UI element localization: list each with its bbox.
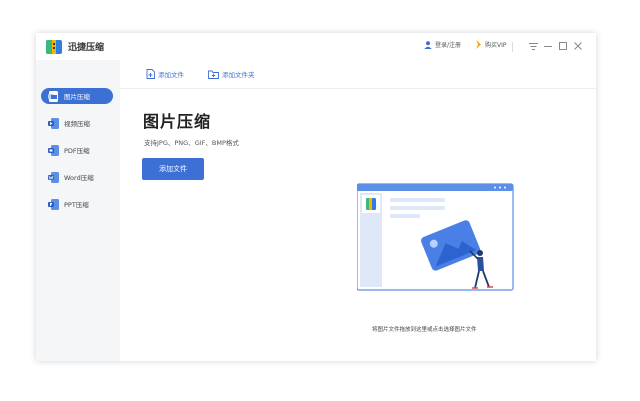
sidebar-item-label: 视频压缩: [64, 120, 90, 128]
sidebar-item-pdf-compress[interactable]: PDF压缩: [41, 142, 113, 158]
app-title: 迅捷压缩: [68, 43, 105, 53]
title-bar[interactable]: 迅捷压缩 登录/注册 购买VIP: [36, 33, 596, 60]
sidebar: 图片压缩 视频压缩 PDF压缩 Word压缩 PPT压缩: [36, 60, 120, 361]
toolbar: 添加文件 添加文件夹: [120, 60, 596, 89]
add-file-button[interactable]: 添加文件: [142, 158, 204, 180]
sidebar-item-label: 图片压缩: [64, 93, 90, 101]
sidebar-item-word-compress[interactable]: Word压缩: [41, 169, 113, 185]
add-folder-toolbar-button[interactable]: 添加文件夹: [208, 69, 255, 79]
app-logo-icon: [46, 40, 62, 54]
word-file-icon: [48, 171, 59, 183]
page-title: 图片压缩: [143, 112, 212, 131]
app-window: 迅捷压缩 登录/注册 购买VIP 图片压缩 视频压缩 PDF压缩 Word压缩 …: [36, 33, 596, 361]
user-icon: [424, 40, 432, 49]
login-label: 登录/注册: [435, 42, 462, 49]
close-button[interactable]: [573, 40, 583, 52]
sidebar-item-image-compress[interactable]: 图片压缩: [41, 88, 113, 104]
minimize-button[interactable]: [543, 40, 553, 52]
sidebar-item-label: Word压缩: [64, 174, 94, 182]
drop-hint-text: 将图片文件拖放到这里或点击选择图片文件: [372, 327, 477, 333]
maximize-button[interactable]: [558, 40, 568, 52]
close-icon: [574, 42, 582, 50]
sidebar-item-label: PPT压缩: [64, 201, 89, 209]
add-folder-icon: [208, 70, 219, 79]
video-file-icon: [48, 117, 59, 129]
ppt-file-icon: [48, 198, 59, 210]
menu-button[interactable]: [528, 40, 538, 52]
image-file-icon: [48, 90, 59, 102]
vip-icon: [476, 40, 481, 49]
add-folder-label: 添加文件夹: [222, 71, 255, 79]
supported-formats: 支持JPG、PNG、GIF、BMP格式: [144, 139, 239, 147]
sidebar-item-video-compress[interactable]: 视频压缩: [41, 115, 113, 131]
pdf-file-icon: [48, 144, 59, 156]
title-separator: [512, 42, 513, 52]
minimize-icon: [544, 46, 552, 47]
sidebar-item-label: PDF压缩: [64, 147, 90, 155]
vip-label: 购买VIP: [485, 42, 507, 49]
buy-vip-button[interactable]: 购买VIP: [475, 40, 507, 49]
menu-icon: [528, 42, 538, 50]
main-panel: 添加文件 添加文件夹 图片压缩 支持JPG、PNG、GIF、BMP格式 添加文件: [120, 60, 596, 361]
maximize-icon: [559, 42, 567, 50]
login-button[interactable]: 登录/注册: [424, 40, 461, 49]
add-file-icon: [146, 69, 155, 79]
add-file-toolbar-button[interactable]: 添加文件: [146, 69, 184, 79]
drop-zone-illustration[interactable]: [357, 183, 517, 313]
sidebar-item-ppt-compress[interactable]: PPT压缩: [41, 196, 113, 212]
add-file-label: 添加文件: [158, 71, 184, 79]
